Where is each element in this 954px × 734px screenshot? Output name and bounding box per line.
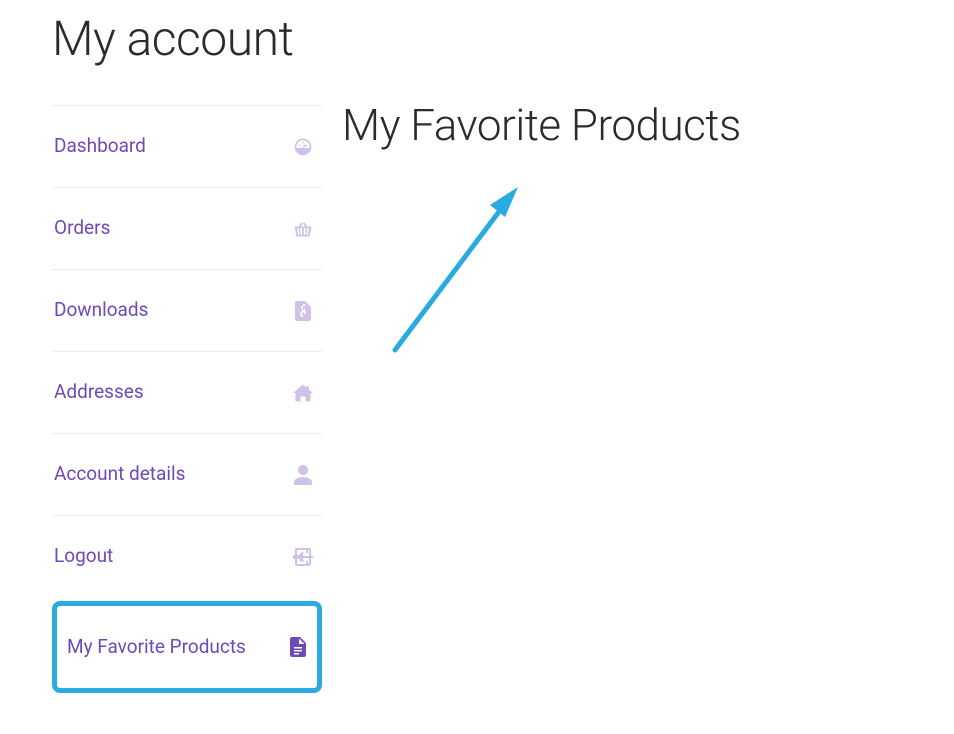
sidebar-item-dashboard[interactable]: Dashboard (52, 105, 322, 187)
sidebar-item-orders[interactable]: Orders (52, 187, 322, 269)
user-icon (292, 464, 314, 486)
file-icon (287, 636, 309, 658)
highlight-annotation: My Favorite Products (52, 601, 322, 693)
signout-icon (292, 546, 314, 568)
sidebar-item-downloads[interactable]: Downloads (52, 269, 322, 351)
sidebar-item-label: Dashboard (54, 132, 146, 161)
content-area: My Favorite Products (322, 105, 954, 693)
basket-icon (292, 218, 314, 240)
sidebar-item-account-details[interactable]: Account details (52, 433, 322, 515)
sidebar-item-label: My Favorite Products (67, 633, 246, 662)
home-icon (292, 382, 314, 404)
sidebar-item-logout[interactable]: Logout (52, 515, 322, 597)
sidebar-item-label: Logout (54, 542, 113, 571)
page-title: My account (0, 0, 954, 67)
sidebar-item-addresses[interactable]: Addresses (52, 351, 322, 433)
content-heading: My Favorite Products (342, 99, 954, 151)
sidebar-item-label: Orders (54, 214, 110, 243)
sidebar-item-label: Addresses (54, 378, 144, 407)
sidebar-item-label: Downloads (54, 296, 148, 325)
dashboard-icon (292, 136, 314, 158)
file-archive-icon (292, 300, 314, 322)
sidebar-item-label: Account details (54, 460, 185, 489)
account-sidebar: Dashboard Orders Downloads Addresses Acc… (52, 105, 322, 693)
sidebar-item-my-favorite-products[interactable]: My Favorite Products (57, 606, 317, 688)
